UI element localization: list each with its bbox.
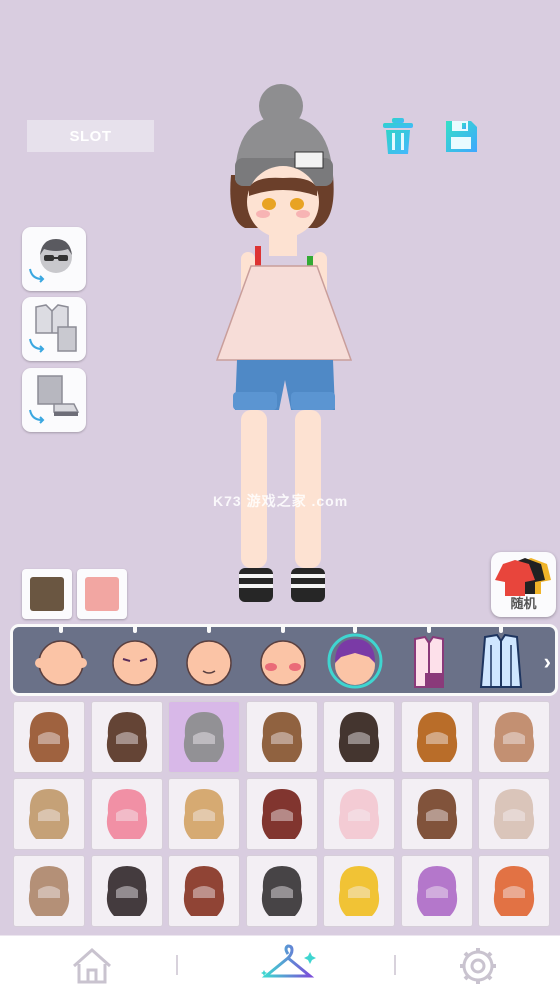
eyes-icon[interactable]	[105, 631, 165, 691]
hair-item-20[interactable]	[401, 856, 472, 926]
blush-icon[interactable]	[253, 631, 313, 691]
bottoms-swap-button[interactable]	[22, 368, 86, 432]
watermark: K73 游戏之家 .com	[213, 493, 349, 509]
hair-item-18[interactable]	[246, 856, 317, 926]
character-avatar	[205, 80, 365, 610]
hair-item-21[interactable]	[479, 856, 549, 926]
hair-item-15[interactable]	[14, 856, 84, 926]
hair-item-8[interactable]	[14, 779, 84, 849]
color-swatch-pink[interactable]	[77, 569, 127, 619]
top-icon[interactable]	[399, 631, 459, 691]
hair-item-12[interactable]	[324, 779, 394, 849]
slot-button[interactable]: SLOT	[27, 120, 154, 152]
settings-icon[interactable]	[448, 944, 508, 988]
chevron-right-icon[interactable]: ›	[544, 649, 551, 675]
home-icon[interactable]	[62, 944, 122, 988]
random-label: 随机	[510, 596, 537, 611]
hair-item-5[interactable]	[324, 702, 394, 772]
hair-item-9[interactable]	[91, 779, 162, 849]
category-bar: ›	[10, 624, 558, 696]
trash-icon[interactable]	[378, 114, 418, 158]
hair-item-17[interactable]	[169, 856, 239, 926]
hair-item-3[interactable]	[169, 702, 239, 772]
face-base-icon[interactable]	[31, 631, 91, 691]
hair-item-2[interactable]	[91, 702, 162, 772]
hair-item-1[interactable]	[14, 702, 84, 772]
outfit-swap-button[interactable]	[22, 297, 86, 361]
bottoms-swap-icon	[29, 375, 80, 424]
hair-item-10[interactable]	[169, 779, 239, 849]
hair-item-16[interactable]	[91, 856, 162, 926]
hair-item-14[interactable]	[479, 779, 549, 849]
hair-item-6[interactable]	[401, 702, 472, 772]
face-swap-button[interactable]	[22, 227, 86, 291]
hair-item-4[interactable]	[246, 702, 317, 772]
hair-item-7[interactable]	[479, 702, 549, 772]
hair-item-19[interactable]	[324, 856, 394, 926]
hair-item-13[interactable]	[401, 779, 472, 849]
hair-item-11[interactable]	[246, 779, 317, 849]
random-button[interactable]: 随机	[491, 552, 556, 617]
hanger-icon[interactable]	[258, 944, 318, 988]
mouth-icon[interactable]	[179, 631, 239, 691]
coat-icon[interactable]	[471, 631, 531, 691]
outfit-swap-icon	[29, 304, 77, 353]
hair-icon[interactable]	[325, 631, 385, 691]
color-swatch-brown[interactable]	[22, 569, 72, 619]
floppy-save-icon[interactable]	[441, 114, 481, 158]
face-swap-icon	[29, 239, 72, 283]
bottom-nav	[0, 935, 560, 994]
